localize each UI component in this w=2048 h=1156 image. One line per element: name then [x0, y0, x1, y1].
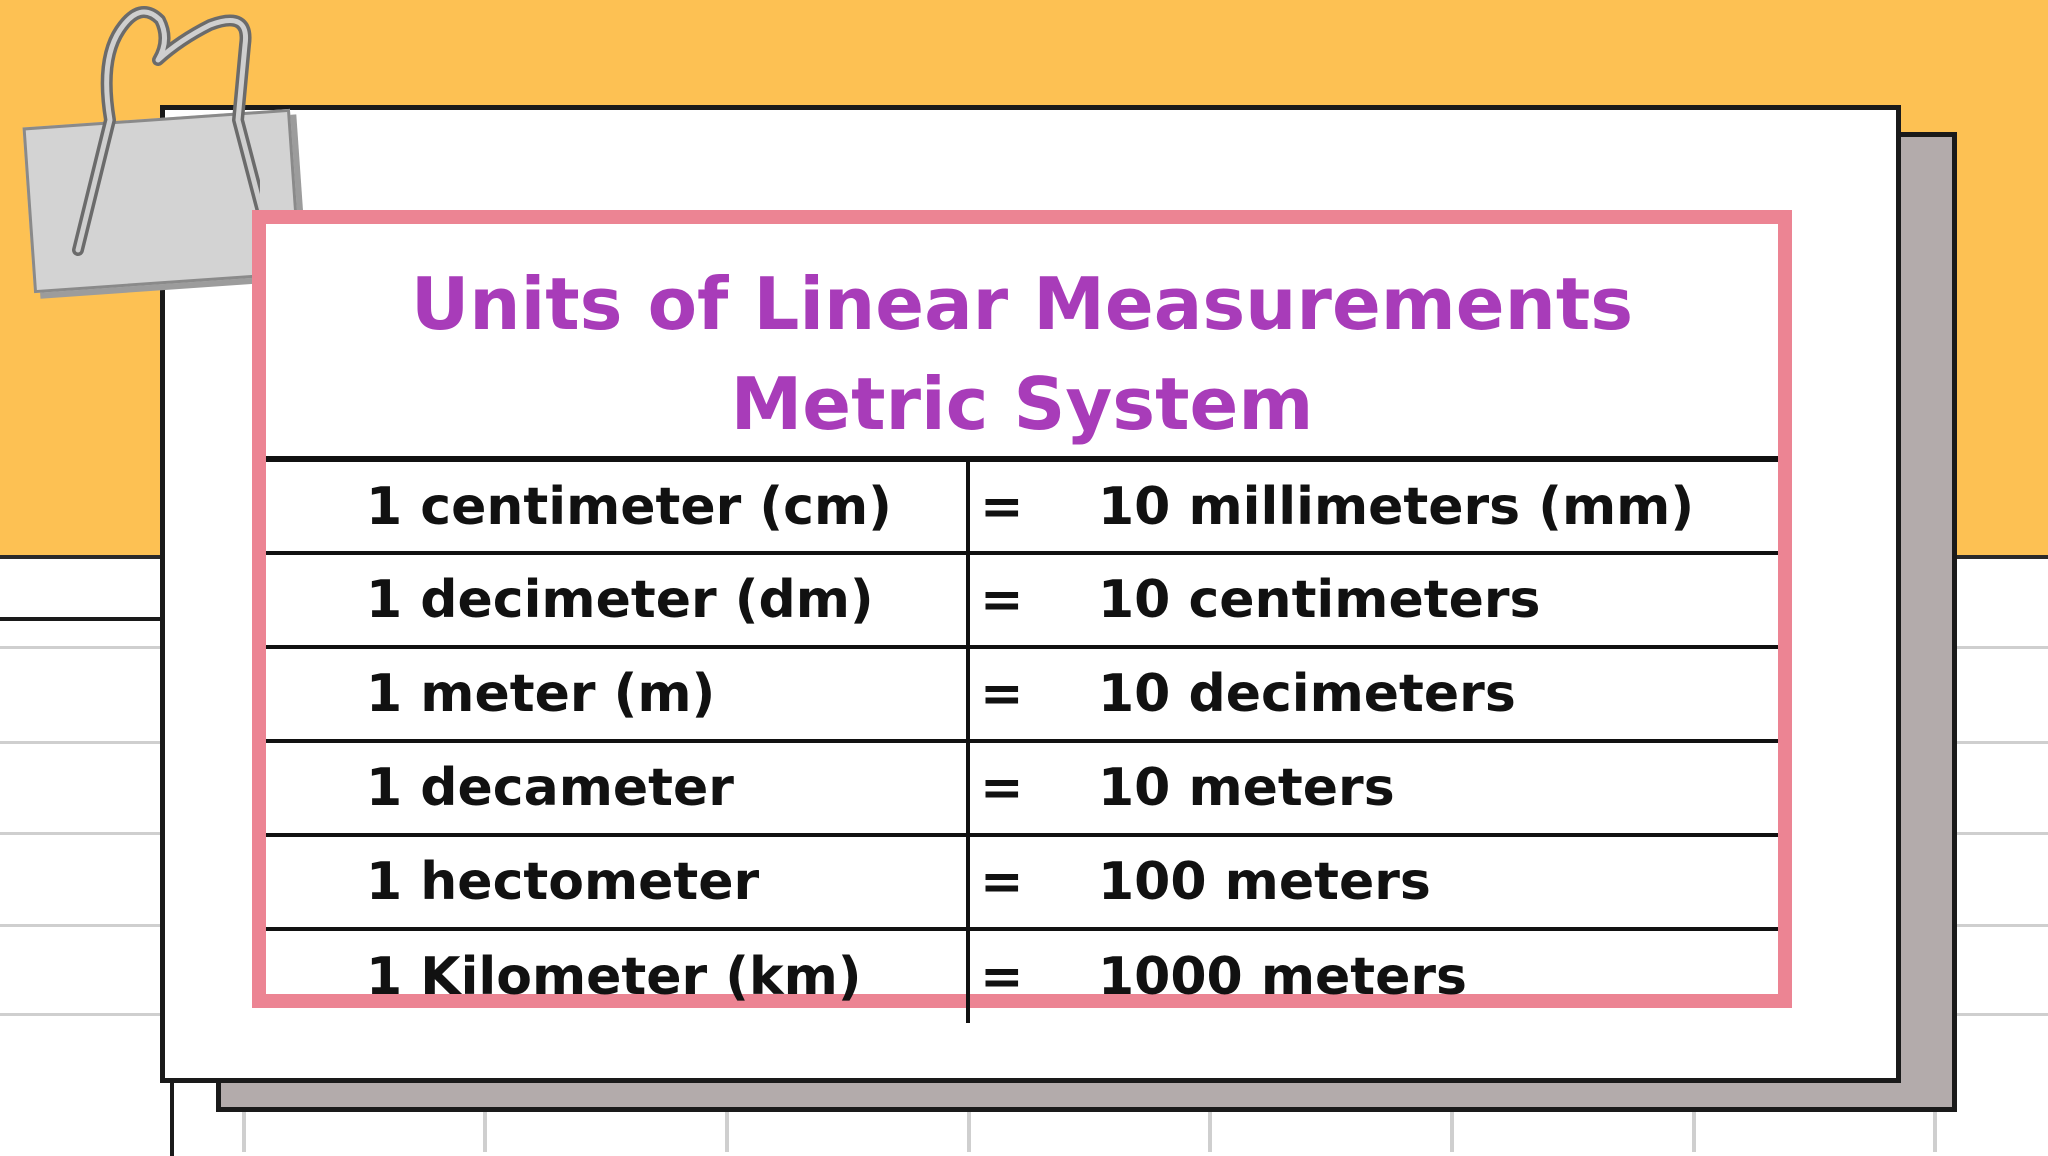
table-row: 1 decimeter (dm) = 10 centimeters — [266, 553, 1778, 647]
table-row: 1 decameter = 10 meters — [266, 741, 1778, 835]
binder-clip-icon — [72, 6, 260, 256]
title-line-1: Units of Linear Measurements — [410, 262, 1634, 346]
equals-cell: = — [980, 664, 1024, 724]
equivalent-cell: 10 meters — [1098, 758, 1395, 818]
page-title: Units of Linear Measurements Metric Syst… — [266, 254, 1778, 454]
units-table: 1 centimeter (cm) = 10 millimeters (mm) … — [266, 456, 1778, 1023]
equals-cell: = — [980, 758, 1024, 818]
unit-cell: 1 centimeter (cm) — [266, 459, 970, 553]
equivalent-cell: 10 centimeters — [1098, 570, 1541, 630]
unit-cell: 1 Kilometer (km) — [266, 929, 970, 1023]
table-row: 1 centimeter (cm) = 10 millimeters (mm) — [266, 459, 1778, 553]
equivalent-cell: 1000 meters — [1098, 947, 1468, 1007]
table-frame: Units of Linear Measurements Metric Syst… — [252, 210, 1792, 1023]
unit-cell: 1 meter (m) — [266, 647, 970, 741]
equals-cell: = — [980, 947, 1024, 1007]
background-sheet — [0, 617, 174, 1156]
table-row: 1 Kilometer (km) = 1000 meters — [266, 929, 1778, 1023]
equals-cell: = — [980, 476, 1024, 537]
unit-cell: 1 decimeter (dm) — [266, 553, 970, 647]
equals-cell: = — [980, 852, 1024, 912]
title-line-2: Metric System — [730, 362, 1314, 446]
table-row: 1 hectometer = 100 meters — [266, 835, 1778, 929]
equals-cell: = — [980, 570, 1024, 630]
equivalent-cell: 10 decimeters — [1098, 664, 1516, 724]
equivalent-cell: 100 meters — [1098, 852, 1431, 912]
unit-cell: 1 decameter — [266, 741, 970, 835]
equivalent-cell: 10 millimeters (mm) — [1098, 476, 1695, 537]
table-row: 1 meter (m) = 10 decimeters — [266, 647, 1778, 741]
unit-cell: 1 hectometer — [266, 835, 970, 929]
